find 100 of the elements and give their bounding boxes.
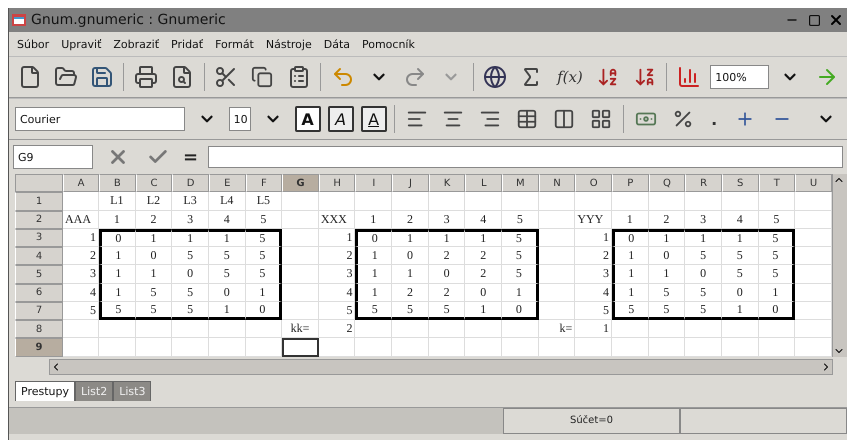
maximize-icon[interactable] [808, 14, 820, 26]
column-header[interactable]: B [99, 174, 136, 192]
cell-text: 5 [772, 231, 778, 246]
close-icon[interactable] [828, 12, 844, 28]
column-header[interactable]: F [246, 174, 282, 192]
cell-text: 1 [516, 284, 522, 300]
column-header[interactable]: N [538, 174, 576, 192]
row-header[interactable]: 4 [15, 247, 63, 266]
cell-text: AAA [65, 212, 91, 227]
column-header[interactable]: U [795, 174, 832, 192]
row-header[interactable]: 3 [15, 228, 63, 247]
bold-button[interactable]: A [294, 106, 321, 132]
cell-text: 5 [187, 302, 194, 317]
row-header[interactable]: 5 [15, 265, 63, 284]
column-header[interactable]: H [318, 174, 356, 192]
column-header[interactable]: A [63, 174, 99, 192]
cell-text: 5 [516, 266, 522, 282]
cell-text: 5 [150, 302, 156, 317]
cell-text: 1 [115, 284, 122, 300]
equals-sign: = [183, 146, 198, 168]
cell-text: 5 [259, 231, 266, 246]
cell-text: 0 [187, 266, 194, 282]
cell-text: 1 [150, 266, 156, 282]
column-header[interactable]: T [758, 174, 796, 192]
menu-item[interactable]: Nástroje [266, 38, 312, 50]
zoom-field[interactable]: 100% [710, 65, 769, 89]
row-header[interactable]: 6 [15, 284, 63, 302]
cell-text: 5 [628, 302, 634, 317]
cell-text: 3 [444, 212, 450, 227]
menu-item[interactable]: Pridať [171, 38, 204, 50]
cell-text: 5 [259, 266, 266, 282]
row-header[interactable]: 2 [15, 210, 63, 229]
cell-text: 2 [346, 321, 352, 336]
column-header[interactable]: M [502, 174, 539, 192]
cell-text: 0 [700, 266, 706, 282]
italic-button[interactable]: A [328, 106, 354, 132]
cell-text: 5 [346, 302, 352, 318]
column-header[interactable]: S [722, 174, 759, 192]
cell-text: 1 [663, 231, 670, 246]
cell-text: 1 [370, 212, 376, 227]
cell-text: 5 [406, 302, 413, 317]
cell-text: 4 [736, 212, 743, 227]
column-header[interactable]: O [575, 174, 612, 192]
cell-text: 2 [90, 248, 96, 264]
font-field[interactable]: Courier [15, 107, 185, 131]
cell-text: 5 [150, 284, 156, 300]
cell-text: 2 [406, 212, 413, 227]
column-header[interactable]: I [355, 174, 392, 192]
column-header[interactable]: L [465, 174, 502, 192]
row-header[interactable]: 1 [15, 192, 63, 210]
column-header[interactable]: E [208, 174, 246, 192]
column-header[interactable]: C [136, 174, 172, 192]
column-header[interactable]: R [685, 174, 722, 192]
column-header[interactable]: G [282, 174, 319, 192]
cell-text: 4 [90, 284, 96, 300]
column-header[interactable]: D [172, 174, 209, 192]
cell-text: 5 [224, 266, 230, 282]
cell-text: 4 [346, 284, 352, 300]
cell-text: 3 [346, 266, 352, 282]
cell-name-field[interactable]: G9 [13, 145, 93, 169]
cell-text: 1 [372, 266, 378, 282]
cell-text: 5 [663, 302, 670, 317]
cell-text: 2 [444, 284, 450, 300]
underline-button[interactable]: A [360, 106, 387, 132]
cell-text: 5 [115, 302, 122, 317]
cell-text: 3 [187, 212, 194, 227]
menu-item[interactable]: Formát [215, 38, 254, 50]
cell-text: 5 [736, 266, 743, 282]
cell-text: 4 [602, 284, 609, 300]
sheet-tab[interactable]: Prestupy [15, 380, 75, 400]
font-size-field[interactable]: 10 [228, 107, 251, 131]
column-header[interactable]: J [392, 174, 429, 192]
cell-text: 1 [224, 302, 230, 317]
menu-item[interactable]: Súbor [17, 38, 50, 50]
cell-text: 1 [406, 266, 413, 282]
cell-text: 5 [224, 248, 230, 264]
cell-text: 4 [480, 212, 486, 227]
cell-text: 5 [187, 284, 194, 300]
cell-text: 1 [90, 230, 96, 245]
thousands-separator-button[interactable]: . [705, 110, 724, 128]
row-header[interactable]: 9 [15, 338, 63, 356]
cell-text: 3 [700, 212, 706, 227]
vertical-scrollbar[interactable] [832, 174, 847, 356]
cell-text: kk= [290, 321, 310, 336]
menu-item[interactable]: Pomocník [362, 38, 415, 50]
cell-text: XXX [320, 212, 347, 227]
cell-text: k= [560, 321, 572, 336]
column-header[interactable]: K [428, 174, 466, 192]
menu-item[interactable]: Zobraziť [113, 38, 160, 50]
row-header[interactable]: 7 [15, 302, 63, 320]
menu-item[interactable]: Upraviť [61, 38, 102, 50]
column-header[interactable]: Q [648, 174, 686, 192]
menu-item[interactable]: Dáta [324, 38, 350, 50]
cell-text: 5 [700, 248, 706, 264]
row-header[interactable]: 8 [15, 320, 63, 338]
status-sum: Súčet=0 [503, 408, 680, 434]
function-button[interactable]: f(x) [553, 68, 587, 86]
cell-text: 5 [663, 284, 670, 300]
cell-text: 1 [115, 248, 122, 264]
column-header[interactable]: P [612, 174, 649, 192]
